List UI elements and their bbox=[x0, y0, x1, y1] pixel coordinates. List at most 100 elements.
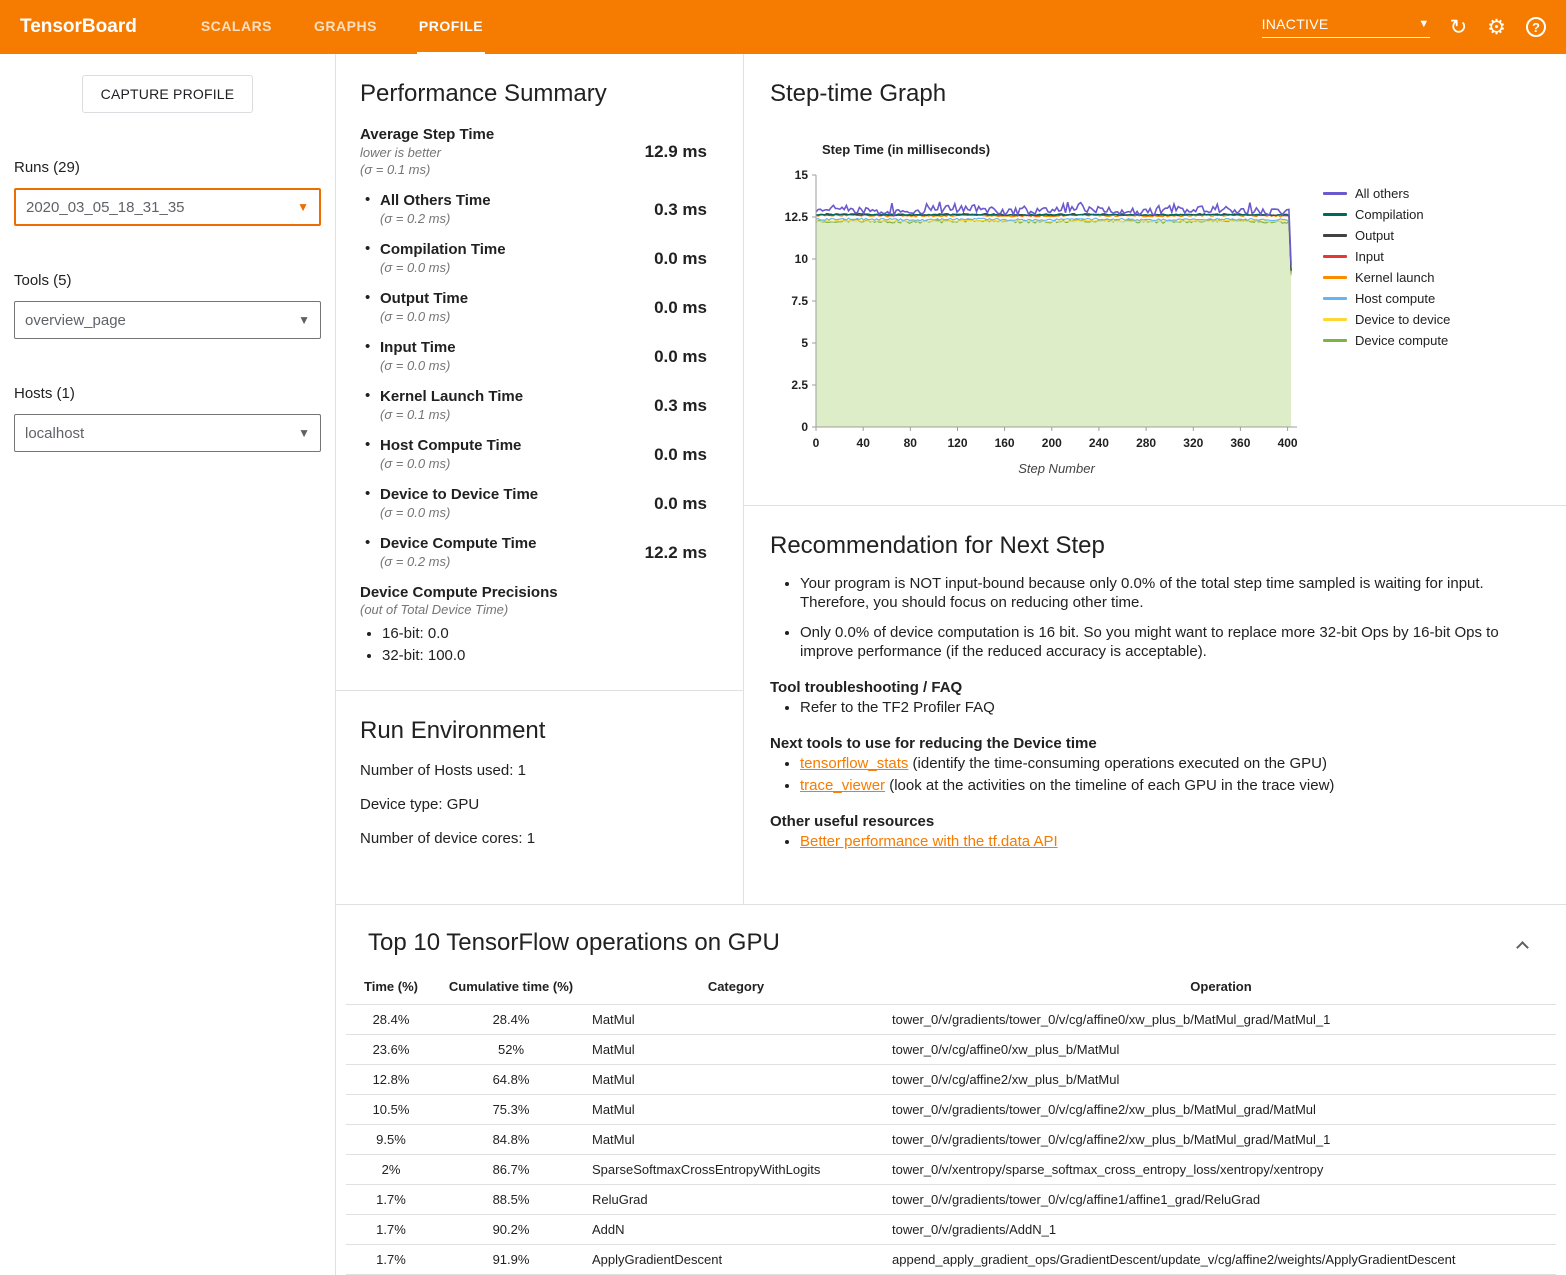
metric-row: Compilation Time(σ = 0.0 ms)0.0 ms bbox=[360, 241, 719, 276]
precisions-subtext: (out of Total Device Time) bbox=[360, 602, 719, 617]
table-cell: tower_0/v/gradients/tower_0/v/cg/affine2… bbox=[886, 1095, 1556, 1125]
table-cell: 91.9% bbox=[436, 1245, 586, 1275]
legend-item: Output bbox=[1323, 225, 1450, 246]
svg-text:Step Number: Step Number bbox=[1018, 461, 1095, 476]
metric-label: Host Compute Time bbox=[380, 437, 521, 455]
metric-row: All Others Time(σ = 0.2 ms) 0.3 ms bbox=[360, 192, 719, 227]
status-dropdown[interactable]: INACTIVE ▼ bbox=[1262, 16, 1430, 38]
table-cell: tower_0/v/gradients/tower_0/v/cg/affine0… bbox=[886, 1005, 1556, 1035]
table-cell: tower_0/v/gradients/AddN_1 bbox=[886, 1215, 1556, 1245]
metric-sigma: (σ = 0.2 ms) bbox=[380, 553, 536, 570]
chevron-down-icon: ▼ bbox=[298, 313, 310, 327]
table-cell: 10.5% bbox=[346, 1095, 436, 1125]
svg-text:160: 160 bbox=[995, 436, 1015, 450]
svg-text:15: 15 bbox=[795, 168, 809, 182]
metric-value: 0.0 ms bbox=[654, 347, 719, 367]
svg-text:10: 10 bbox=[795, 252, 809, 266]
env-line: Device type: GPU bbox=[360, 796, 719, 813]
metric-value: 12.2 ms bbox=[645, 543, 719, 563]
legend-item: All others bbox=[1323, 183, 1450, 204]
topbar-right: INACTIVE ▼ ↻ ⚙ ? bbox=[1262, 0, 1546, 54]
hosts-select[interactable]: localhost ▼ bbox=[14, 414, 321, 452]
legend-item: Compilation bbox=[1323, 204, 1450, 225]
table-cell: 88.5% bbox=[436, 1185, 586, 1215]
table-cell: 75.3% bbox=[436, 1095, 586, 1125]
legend-label: Device compute bbox=[1355, 333, 1448, 348]
settings-gear-icon[interactable]: ⚙ bbox=[1487, 17, 1506, 38]
table-cell: MatMul bbox=[586, 1035, 886, 1065]
precisions-title: Device Compute Precisions bbox=[360, 584, 719, 601]
rec-link-desc: (identify the time-consuming operations … bbox=[908, 755, 1327, 772]
metric-row: Device to Device Time(σ = 0.0 ms)0.0 ms bbox=[360, 486, 719, 521]
metric-value: 0.3 ms bbox=[654, 200, 719, 220]
table-cell: tower_0/v/gradients/tower_0/v/cg/affine2… bbox=[886, 1125, 1556, 1155]
hosts-label: Hosts (1) bbox=[14, 385, 321, 402]
table-cell: 12.8% bbox=[346, 1065, 436, 1095]
legend-label: Output bbox=[1355, 228, 1394, 243]
table-cell: 2% bbox=[346, 1155, 436, 1185]
rec-link-desc: (look at the activities on the timeline … bbox=[885, 777, 1334, 794]
recommendation-subheading: Next tools to use for reducing the Devic… bbox=[770, 735, 1540, 752]
capture-profile-button[interactable]: CAPTURE PROFILE bbox=[82, 75, 254, 113]
metric-left: Host Compute Time(σ = 0.0 ms) bbox=[360, 437, 521, 472]
chart-inner-title: Step Time (in milliseconds) bbox=[822, 142, 1540, 157]
legend-label: Device to device bbox=[1355, 312, 1450, 327]
metric-label: All Others Time bbox=[380, 192, 491, 210]
env-line: Number of Hosts used: 1 bbox=[360, 762, 719, 779]
collapse-section-button[interactable] bbox=[1512, 937, 1532, 957]
step-time-graph-title: Step-time Graph bbox=[770, 80, 1540, 108]
chart-row: 02.557.51012.515040801201602002402803203… bbox=[770, 157, 1540, 477]
run-environment-lines: Number of Hosts used: 1 Device type: GPU N… bbox=[360, 762, 719, 847]
table-row: 10.5%75.3%MatMultower_0/v/gradients/towe… bbox=[346, 1095, 1556, 1125]
tools-select[interactable]: overview_page ▼ bbox=[14, 301, 321, 339]
table-row: 23.6%52%MatMultower_0/v/cg/affine0/xw_pl… bbox=[346, 1035, 1556, 1065]
recommendation-subitem: Better performance with the tf.data API bbox=[800, 832, 1540, 851]
metric-label: Input Time bbox=[380, 339, 456, 357]
tab-profile[interactable]: PROFILE bbox=[417, 0, 485, 54]
performance-summary-title: Performance Summary bbox=[360, 80, 719, 108]
metric-value: 0.0 ms bbox=[654, 445, 719, 465]
chevron-down-icon: ▼ bbox=[297, 200, 309, 214]
top-ops-section: Top 10 TensorFlow operations on GPU Time… bbox=[336, 904, 1566, 1275]
table-cell: ApplyGradientDescent bbox=[586, 1245, 886, 1275]
recommendation-bullet: Only 0.0% of device computation is 16 bi… bbox=[800, 623, 1540, 661]
refresh-icon[interactable]: ↻ bbox=[1450, 17, 1468, 38]
runs-select[interactable]: 2020_03_05_18_31_35 ▼ bbox=[14, 188, 321, 226]
env-line: Number of device cores: 1 bbox=[360, 830, 719, 847]
metric-label: Kernel Launch Time bbox=[380, 388, 523, 406]
legend-swatch bbox=[1323, 297, 1347, 300]
tools-label: Tools (5) bbox=[14, 272, 321, 289]
rec-link[interactable]: Better performance with the tf.data API bbox=[800, 833, 1058, 850]
table-cell: 52% bbox=[436, 1035, 586, 1065]
metric-sigma: (σ = 0.2 ms) bbox=[380, 210, 491, 227]
rec-link[interactable]: trace_viewer bbox=[800, 777, 885, 794]
legend-label: Host compute bbox=[1355, 291, 1435, 306]
metric-left: Kernel Launch Time(σ = 0.1 ms) bbox=[360, 388, 523, 423]
rec-link[interactable]: tensorflow_stats bbox=[800, 755, 908, 772]
svg-text:320: 320 bbox=[1183, 436, 1203, 450]
run-environment-title: Run Environment bbox=[360, 717, 719, 745]
tab-graphs[interactable]: GRAPHS bbox=[312, 0, 379, 54]
help-icon[interactable]: ? bbox=[1526, 17, 1546, 37]
recommendation-subsections: Tool troubleshooting / FAQRefer to the T… bbox=[770, 679, 1540, 851]
metric-sigma: (σ = 0.0 ms) bbox=[380, 259, 506, 276]
chevron-up-icon bbox=[1516, 941, 1529, 954]
table-row: 2%86.7%SparseSoftmaxCrossEntropyWithLogi… bbox=[346, 1155, 1556, 1185]
table-cell: 1.7% bbox=[346, 1185, 436, 1215]
svg-text:280: 280 bbox=[1136, 436, 1156, 450]
metric-value: 0.0 ms bbox=[654, 494, 719, 514]
table-cell: tower_0/v/xentropy/sparse_softmax_cross_… bbox=[886, 1155, 1556, 1185]
table-cell: 84.8% bbox=[436, 1125, 586, 1155]
metric-sigma: (σ = 0.0 ms) bbox=[380, 455, 521, 472]
table-cell: MatMul bbox=[586, 1005, 886, 1035]
tools-select-value: overview_page bbox=[25, 312, 126, 329]
tab-scalars[interactable]: SCALARS bbox=[199, 0, 274, 54]
legend-item: Device compute bbox=[1323, 330, 1450, 351]
table-cell: tower_0/v/cg/affine2/xw_plus_b/MatMul bbox=[886, 1065, 1556, 1095]
legend-swatch bbox=[1323, 255, 1347, 258]
right-column: Step-time Graph Step Time (in millisecon… bbox=[744, 54, 1566, 904]
svg-text:12.5: 12.5 bbox=[785, 210, 809, 224]
svg-text:400: 400 bbox=[1278, 436, 1298, 450]
metric-left: All Others Time(σ = 0.2 ms) bbox=[360, 192, 491, 227]
recommendation-title: Recommendation for Next Step bbox=[770, 532, 1540, 560]
